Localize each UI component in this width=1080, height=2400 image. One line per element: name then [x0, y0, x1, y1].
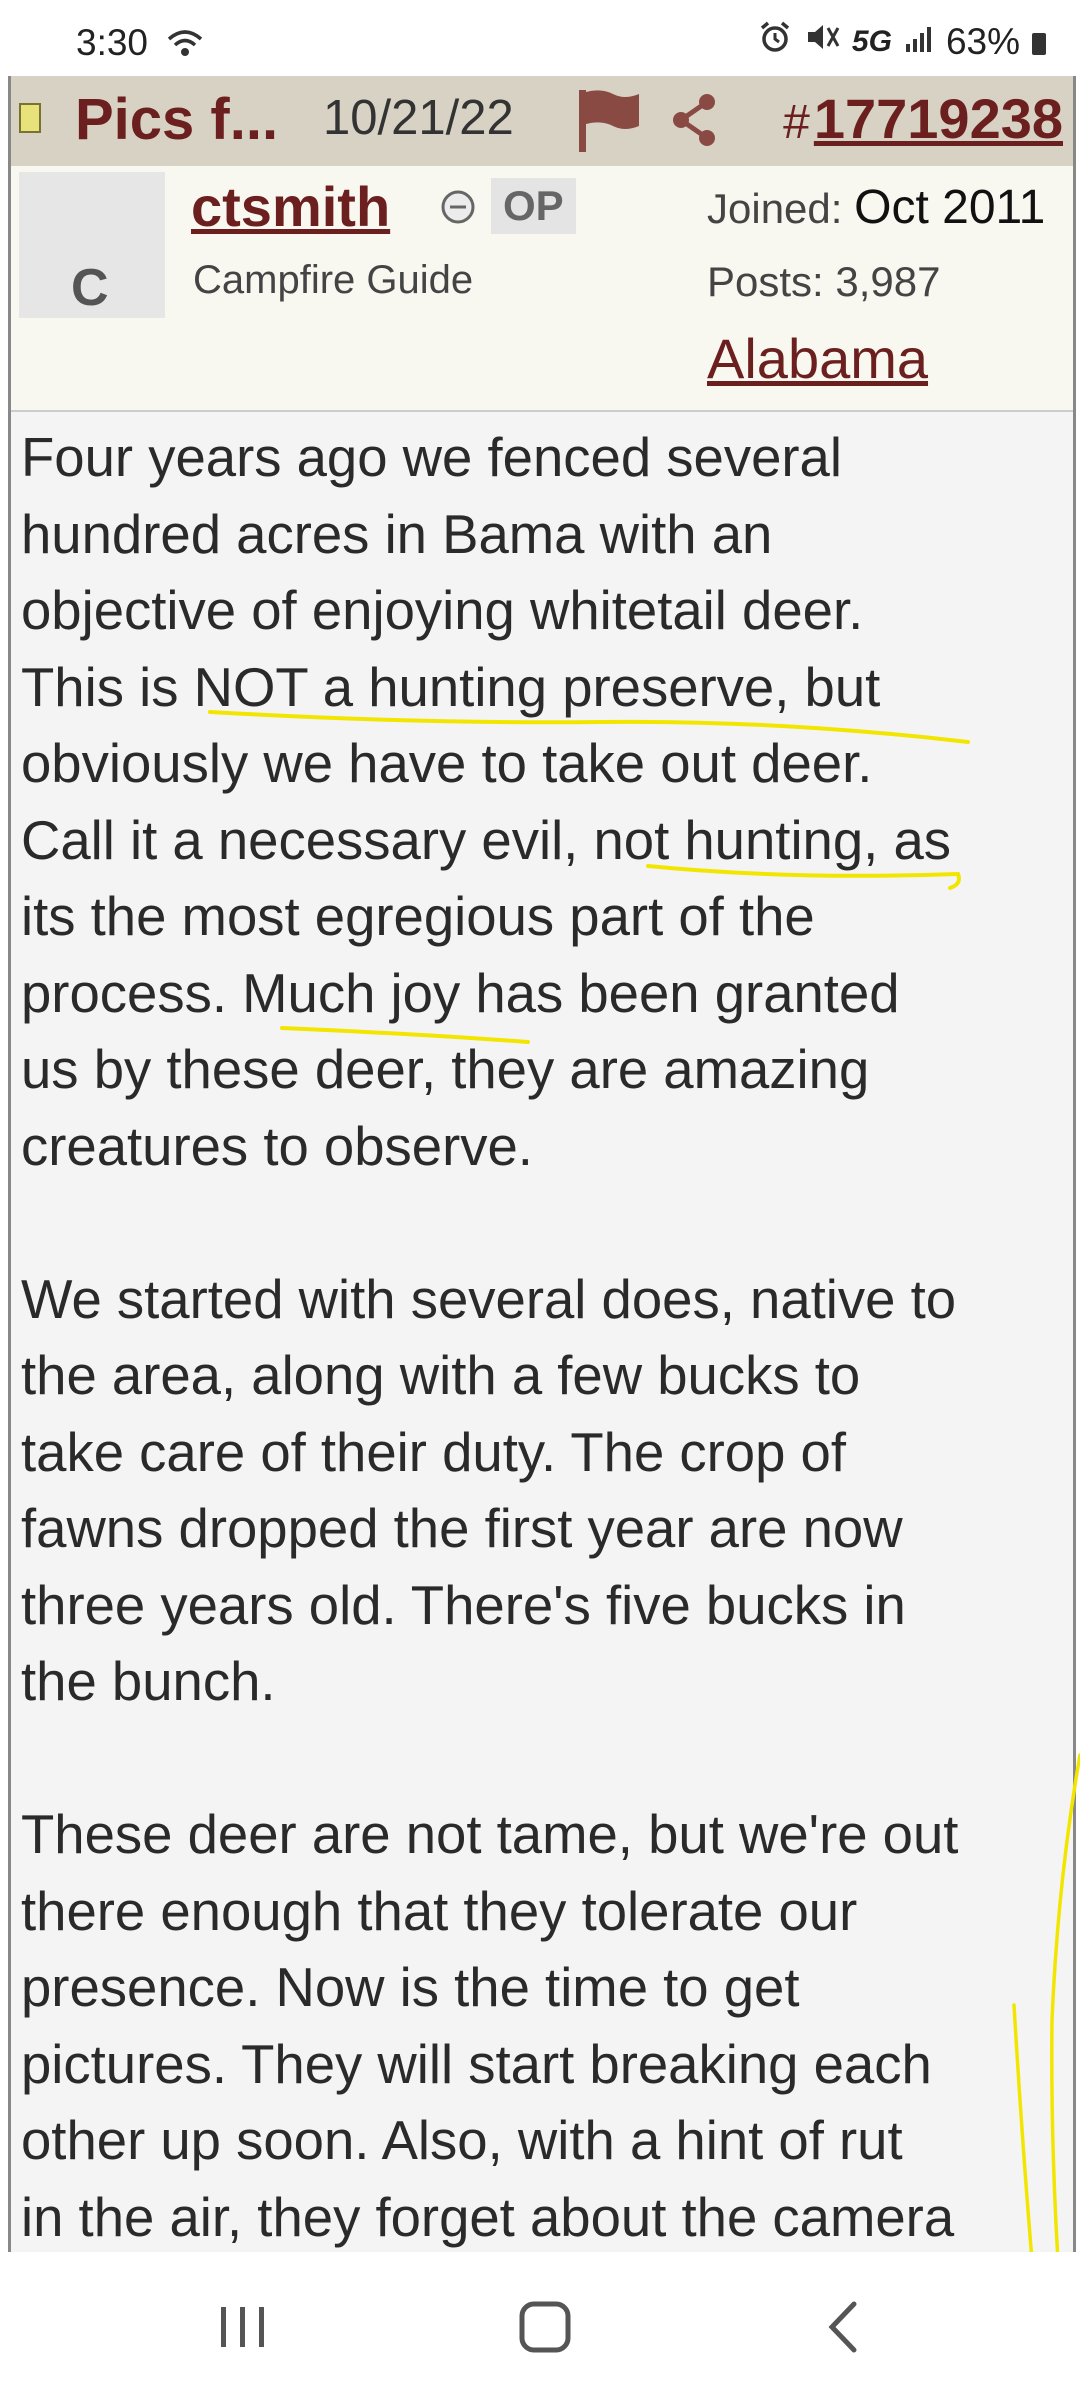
recent-apps-icon[interactable] [203, 2292, 283, 2362]
username-link[interactable]: ctsmith [191, 174, 390, 239]
post-number-link[interactable]: #17719238 [783, 86, 1063, 151]
offline-status-icon [439, 188, 477, 231]
posts-label: Posts: [707, 258, 824, 305]
post-line: We started with several does, native to [21, 1268, 957, 1330]
status-bar: 3:30 5G 63% [0, 0, 1080, 76]
post-line: us by these deer, they are amazing [21, 1039, 870, 1100]
wifi-icon [166, 26, 204, 68]
post-body: Four years ago we fenced several hundred… [21, 420, 1071, 2252]
post-line: the bunch. [21, 1651, 276, 1712]
post-number[interactable]: 17719238 [814, 87, 1063, 150]
user-info: C ctsmith OP Campfire Guide Joined: Oct … [11, 166, 1073, 412]
thread-title-link[interactable]: Pics f... [75, 86, 278, 153]
post-line: Call it a necessary evil, not hunting, a… [21, 809, 952, 871]
alarm-icon [758, 20, 792, 63]
op-badge: OP [491, 178, 576, 234]
post-line: Four years ago we fenced several [21, 427, 842, 488]
post-line: These deer are not tame, but we're out [21, 1804, 959, 1865]
post-line: creatures to observe. [21, 1115, 533, 1177]
mute-icon [804, 20, 840, 63]
user-title: Campfire Guide [193, 258, 474, 302]
post-line: objective of enjoying whitetail deer. [21, 580, 864, 641]
thread-header: Pics f... 10/21/22 #17719238 [11, 76, 1073, 166]
signal-icon [904, 21, 934, 63]
post-line: process. Much joy has been granted [21, 962, 900, 1024]
posts-info: Posts: 3,987 [707, 258, 941, 306]
post-line: its the most egregious part of the [21, 886, 815, 947]
avatar-letter: C [71, 259, 109, 317]
posts-value: 3,987 [835, 258, 941, 305]
post-line: three years old. There's five bucks in [21, 1574, 906, 1636]
post-line: hundred acres in Bama with an [21, 503, 773, 565]
joined-info: Joined: Oct 2011 [707, 180, 1045, 235]
joined-value: Oct 2011 [854, 181, 1046, 234]
post-line: the area, along with a few bucks to [21, 1345, 861, 1406]
avatar[interactable]: C [19, 172, 165, 318]
network-type: 5G [851, 24, 892, 58]
post-line: other up soon. Also, with a hint of rut [21, 2110, 903, 2171]
document-icon [19, 103, 41, 133]
status-time: 3:30 [76, 22, 149, 63]
battery-icon [1032, 32, 1046, 55]
home-icon[interactable] [505, 2292, 585, 2362]
share-icon[interactable] [669, 92, 719, 153]
post-line: obviously we have to take out deer. [21, 733, 873, 794]
post-line: This is NOT a hunting preserve, but [21, 656, 881, 718]
flag-icon[interactable] [577, 88, 641, 159]
post-hash: # [783, 96, 810, 149]
post-line: presence. Now is the time to get [21, 1957, 800, 2018]
joined-label: Joined: [707, 185, 843, 232]
battery-percent: 63% [945, 20, 1020, 62]
post-line: in the air, they forget about the camera [21, 2186, 955, 2248]
navigation-bar [0, 2252, 1080, 2400]
location-link[interactable]: Alabama [707, 326, 928, 391]
post-line: pictures. They will start breaking each [21, 2033, 932, 2095]
post-line: there enough that they tolerate our [21, 1880, 858, 1942]
post-date: 10/21/22 [323, 91, 514, 145]
back-icon[interactable] [804, 2292, 884, 2362]
post-line: fawns dropped the first year are now [21, 1498, 903, 1559]
post-container: Pics f... 10/21/22 #17719238 C ctsmith O… [8, 76, 1076, 2252]
post-line: take care of their duty. The crop of [21, 1421, 847, 1483]
